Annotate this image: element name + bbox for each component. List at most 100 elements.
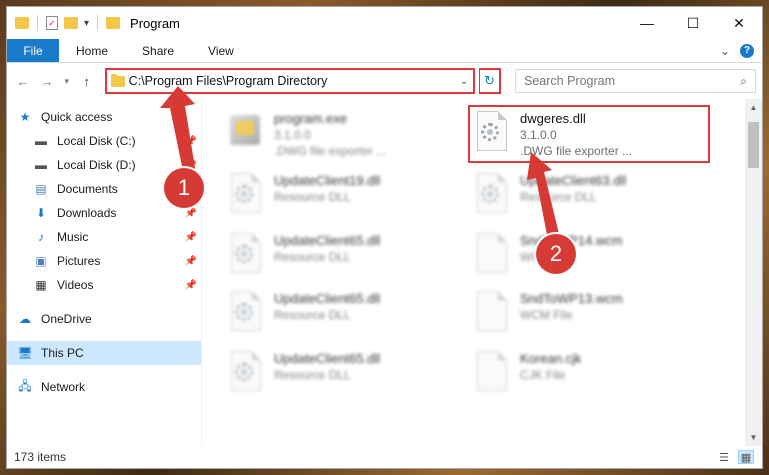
properties-icon[interactable]: ✓ bbox=[46, 16, 58, 30]
navigation-pane: ★ Quick access ▬ Local Disk (C:) 📌 ▬ Loc… bbox=[7, 99, 201, 446]
nav-label: Music bbox=[57, 230, 89, 244]
file-item[interactable]: Korean.cjk CJK File bbox=[472, 349, 708, 401]
file-type: Resource DLL bbox=[274, 368, 351, 382]
folder-icon bbox=[110, 73, 125, 87]
forward-arrow-icon[interactable]: → bbox=[37, 69, 57, 93]
nav-label: Videos bbox=[57, 278, 94, 292]
nav-this-pc[interactable]: 🖥 This PC bbox=[7, 341, 201, 365]
tab-file[interactable]: File bbox=[7, 39, 59, 62]
pin-icon[interactable]: 📌 bbox=[185, 280, 197, 291]
file-list: program.exe 3.1.0.0 .DWG file exporter .… bbox=[201, 99, 762, 446]
nav-label: This PC bbox=[41, 346, 84, 360]
close-button[interactable]: ✕ bbox=[716, 7, 762, 39]
tab-view[interactable]: View bbox=[191, 39, 251, 62]
file-name: program.exe bbox=[274, 111, 347, 126]
folder-icon[interactable] bbox=[15, 17, 29, 29]
computer-icon: 🖥 bbox=[17, 346, 33, 360]
file-item[interactable]: UpdateClient19.dll Resource DLL bbox=[226, 171, 462, 223]
dll-gear-icon bbox=[472, 171, 512, 217]
nav-label: Local Disk (C:) bbox=[57, 134, 136, 148]
nav-onedrive[interactable]: ☁ OneDrive bbox=[7, 307, 201, 331]
file-item[interactable]: SndToWP13.wcm WCM File bbox=[472, 289, 708, 341]
file-name: UpdateClient19.dll bbox=[274, 173, 381, 188]
scroll-down-icon[interactable]: ▼ bbox=[745, 429, 762, 446]
nav-network[interactable]: 🖧 Network bbox=[7, 375, 201, 399]
file-item[interactable]: UpdateClient65.dll Resource DLL bbox=[226, 231, 462, 283]
file-name: Korean.cjk bbox=[520, 351, 582, 366]
dll-gear-icon bbox=[226, 289, 266, 335]
maximize-button[interactable]: ☐ bbox=[670, 7, 716, 39]
pin-icon[interactable]: 📌 bbox=[185, 256, 197, 267]
file-name: UpdateClient63.dll bbox=[520, 173, 627, 188]
item-count: 173 items bbox=[14, 450, 67, 464]
vertical-scrollbar[interactable]: ▲ ▼ bbox=[745, 99, 762, 446]
nav-item-music[interactable]: ♪ Music 📌 bbox=[7, 225, 201, 249]
new-folder-icon[interactable] bbox=[64, 17, 78, 29]
file-name: UpdateClient65.dll bbox=[274, 351, 381, 366]
view-toggle: ☰ ▦ bbox=[716, 450, 762, 464]
up-arrow-icon[interactable]: ↑ bbox=[77, 69, 97, 93]
file-icon bbox=[472, 349, 512, 395]
exe-icon bbox=[226, 109, 266, 155]
file-item[interactable]: SndToWP14.wcm WCM File bbox=[472, 231, 708, 283]
main-area: ★ Quick access ▬ Local Disk (C:) 📌 ▬ Loc… bbox=[7, 99, 762, 446]
nav-label: Network bbox=[41, 380, 86, 394]
folder-icon bbox=[106, 17, 121, 29]
file-icon bbox=[472, 289, 512, 335]
dll-gear-icon bbox=[226, 349, 266, 395]
file-type: Resource DLL bbox=[274, 250, 351, 264]
title-bar: ✓ ▾ Program — ☐ ✕ bbox=[7, 7, 762, 39]
pin-icon[interactable]: 📌 bbox=[185, 232, 197, 243]
tab-home[interactable]: Home bbox=[59, 39, 125, 62]
file-type: Resource DLL bbox=[520, 190, 597, 204]
minimize-button[interactable]: — bbox=[624, 7, 670, 39]
nav-item-pictures[interactable]: ▣ Pictures 📌 bbox=[7, 249, 201, 273]
tiles-view-icon[interactable]: ▦ bbox=[738, 450, 754, 464]
search-box[interactable]: ⌕ bbox=[514, 69, 756, 93]
address-path[interactable]: C:\Program Files\Program Directory bbox=[129, 74, 455, 88]
status-bar: 173 items ☰ ▦ bbox=[7, 446, 762, 468]
file-name: SndToWP13.wcm bbox=[520, 291, 623, 306]
magnifier-icon: ⌕ bbox=[740, 73, 747, 88]
file-item[interactable]: UpdateClient65.dll Resource DLL bbox=[226, 349, 462, 401]
file-description: .DWG file exporter ... bbox=[274, 144, 387, 158]
file-item[interactable]: program.exe 3.1.0.0 .DWG file exporter .… bbox=[226, 109, 462, 161]
file-item[interactable]: UpdateClient65.dll Resource DLL bbox=[226, 289, 462, 341]
separator bbox=[37, 15, 38, 31]
file-item[interactable]: UpdateClient63.dll Resource DLL bbox=[472, 171, 708, 223]
dll-gear-icon bbox=[226, 171, 266, 217]
file-type: Resource DLL bbox=[274, 190, 351, 204]
file-type: Resource DLL bbox=[274, 308, 351, 322]
step-marker-2: 2 bbox=[536, 234, 576, 274]
navigation-row: ← → ▾ ↑ C:\Program Files\Program Directo… bbox=[7, 63, 762, 99]
nav-quick-access[interactable]: ★ Quick access bbox=[7, 105, 201, 129]
nav-label: Documents bbox=[57, 182, 118, 196]
address-bar[interactable]: C:\Program Files\Program Directory ⌄ bbox=[104, 68, 476, 94]
tab-share[interactable]: Share bbox=[125, 39, 191, 62]
download-icon: ⬇ bbox=[35, 206, 47, 220]
recent-locations-icon[interactable]: ▾ bbox=[61, 69, 73, 93]
nav-item-local-disk-c[interactable]: ▬ Local Disk (C:) 📌 bbox=[7, 129, 201, 153]
file-type: WCM File bbox=[520, 308, 573, 322]
videos-icon: ▦ bbox=[35, 278, 47, 292]
refresh-button[interactable]: ↻ bbox=[479, 68, 501, 94]
ribbon-tabs: File Home Share View ⌄ ? bbox=[7, 39, 762, 63]
back-arrow-icon[interactable]: ← bbox=[13, 69, 33, 93]
help-icon[interactable]: ? bbox=[740, 43, 754, 58]
customize-toolbar-icon[interactable]: ▾ bbox=[84, 18, 89, 29]
address-dropdown-icon[interactable]: ⌄ bbox=[455, 76, 473, 87]
scroll-thumb[interactable] bbox=[748, 122, 759, 168]
highlight-box bbox=[468, 105, 710, 163]
step-marker-1: 1 bbox=[164, 168, 204, 208]
expand-ribbon-icon[interactable]: ⌄ bbox=[720, 44, 730, 58]
pin-icon[interactable]: 📌 bbox=[185, 136, 197, 147]
nav-label: Pictures bbox=[57, 254, 101, 268]
pictures-icon: ▣ bbox=[35, 254, 47, 268]
search-input[interactable] bbox=[523, 74, 741, 88]
cloud-icon: ☁ bbox=[19, 312, 31, 326]
nav-item-videos[interactable]: ▦ Videos 📌 bbox=[7, 273, 201, 297]
pin-icon[interactable]: 📌 bbox=[185, 208, 197, 219]
scroll-up-icon[interactable]: ▲ bbox=[745, 99, 762, 116]
details-view-icon[interactable]: ☰ bbox=[716, 450, 732, 464]
